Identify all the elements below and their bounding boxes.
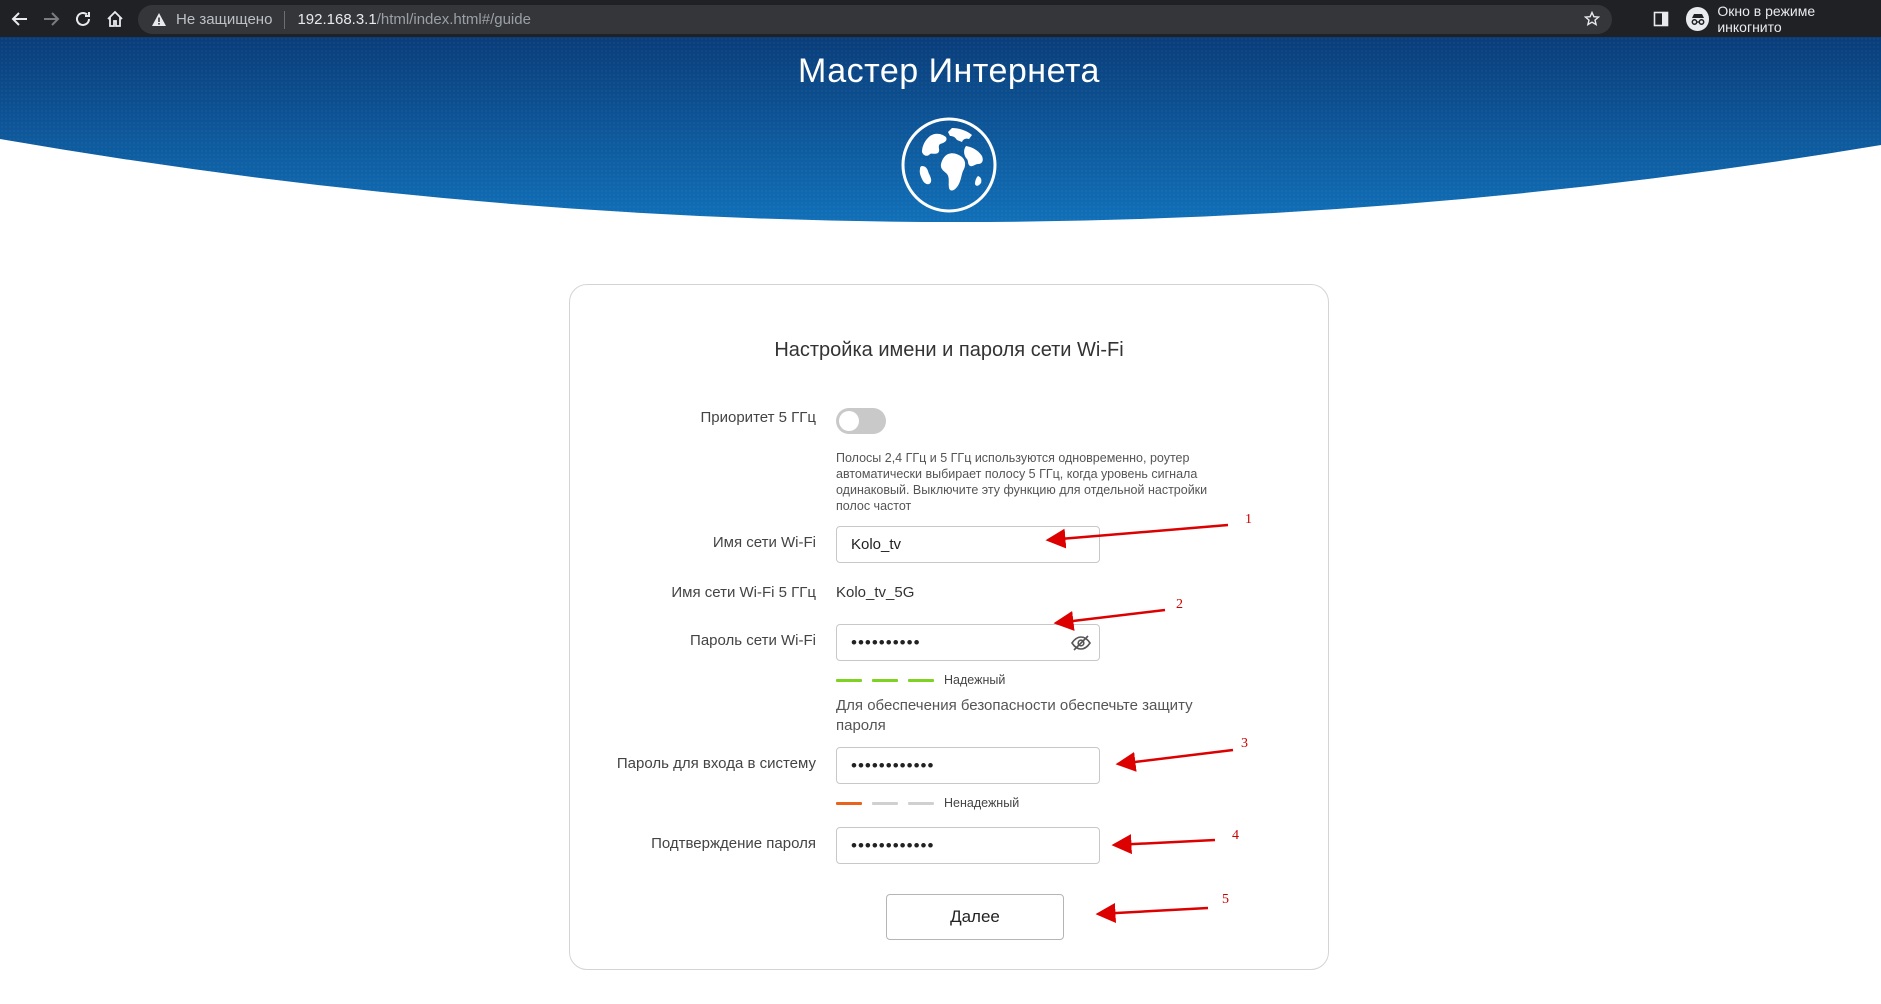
priority-5ghz-hint: Полосы 2,4 ГГц и 5 ГГц используются одно… xyxy=(836,451,1208,513)
wizard-title: Мастер Интернета xyxy=(798,52,1100,90)
priority-5ghz-label: Приоритет 5 ГГц xyxy=(700,409,817,426)
wifi-name-value: Kolo_tv xyxy=(851,536,902,553)
side-panel-icon[interactable] xyxy=(1650,8,1672,30)
annotation-number-5: 5 xyxy=(1222,892,1229,907)
strength-segment-3 xyxy=(908,678,934,682)
incognito-icon[interactable] xyxy=(1685,6,1710,31)
login-password-label: Пароль для входа в систему xyxy=(616,755,816,772)
strength-segment-2 xyxy=(872,678,898,682)
star-icon[interactable] xyxy=(1582,9,1602,29)
wifi-password-strength: Надежный xyxy=(836,673,1005,687)
security-label[interactable]: Не защищено xyxy=(176,11,272,28)
login-password-value: •••••••••••• xyxy=(851,755,935,775)
annotation-number-2: 2 xyxy=(1176,597,1183,612)
annotation-number-4: 4 xyxy=(1232,828,1239,843)
wizard-banner: Мастер Интернета xyxy=(0,37,1881,237)
card-title: Настройка имени и пароля сети Wi-Fi xyxy=(774,339,1124,361)
warning-icon xyxy=(150,11,168,29)
strength-segment-1 xyxy=(836,801,862,805)
toolbar-right: Окно в режиме инкогнито xyxy=(1650,0,1881,37)
url-path: /html/index.html#/guide xyxy=(376,11,531,28)
security-note: Для обеспечения безопасности обеспечьте … xyxy=(836,697,1193,734)
forward-arrow-icon[interactable] xyxy=(33,0,69,37)
annotation-number-3: 3 xyxy=(1241,736,1248,751)
annotation-number-1: 1 xyxy=(1245,512,1252,527)
strength-segment-2 xyxy=(872,801,898,805)
wifi-password-strength-label: Надежный xyxy=(944,673,1006,687)
confirm-password-label: Подтверждение пароля xyxy=(651,835,816,852)
home-icon[interactable] xyxy=(97,0,133,37)
wifi-name-5g-value: Kolo_tv_5G xyxy=(836,584,915,601)
wifi-name-input[interactable]: Kolo_tv xyxy=(836,526,1100,563)
wifi-name-5g-label: Имя сети Wi-Fi 5 ГГц xyxy=(671,584,816,601)
hide-password-eye-icon[interactable] xyxy=(1069,633,1093,653)
confirm-password-input[interactable]: •••••••••••• xyxy=(836,827,1100,864)
browser-toolbar: Не защищено 192.168.3.1/html/index.html#… xyxy=(0,0,1881,37)
reload-icon[interactable] xyxy=(65,0,101,37)
wifi-password-value: •••••••••• xyxy=(851,632,921,652)
toggle-knob xyxy=(839,411,859,431)
address-bar[interactable]: Не защищено 192.168.3.1/html/index.html#… xyxy=(138,5,1612,34)
login-password-strength: Ненадежный xyxy=(836,796,1019,810)
wifi-password-input[interactable]: •••••••••• xyxy=(836,624,1100,661)
login-password-input[interactable]: •••••••••••• xyxy=(836,747,1100,784)
strength-segment-1 xyxy=(836,678,862,682)
wifi-settings-card: Настройка имени и пароля сети Wi-Fi Прио… xyxy=(569,284,1329,970)
globe-icon xyxy=(901,117,997,213)
wifi-password-label: Пароль сети Wi-Fi xyxy=(690,632,816,649)
login-password-strength-label: Ненадежный xyxy=(944,796,1020,810)
wifi-name-label: Имя сети Wi-Fi xyxy=(712,534,816,551)
strength-segment-3 xyxy=(908,801,934,805)
confirm-password-value: •••••••••••• xyxy=(851,835,935,855)
next-button[interactable]: Далее xyxy=(886,894,1064,940)
incognito-label[interactable]: Окно в режиме инкогнито xyxy=(1717,3,1881,35)
priority-5ghz-toggle[interactable] xyxy=(836,408,886,434)
address-separator xyxy=(284,10,286,29)
url-host: 192.168.3.1 xyxy=(297,11,377,28)
